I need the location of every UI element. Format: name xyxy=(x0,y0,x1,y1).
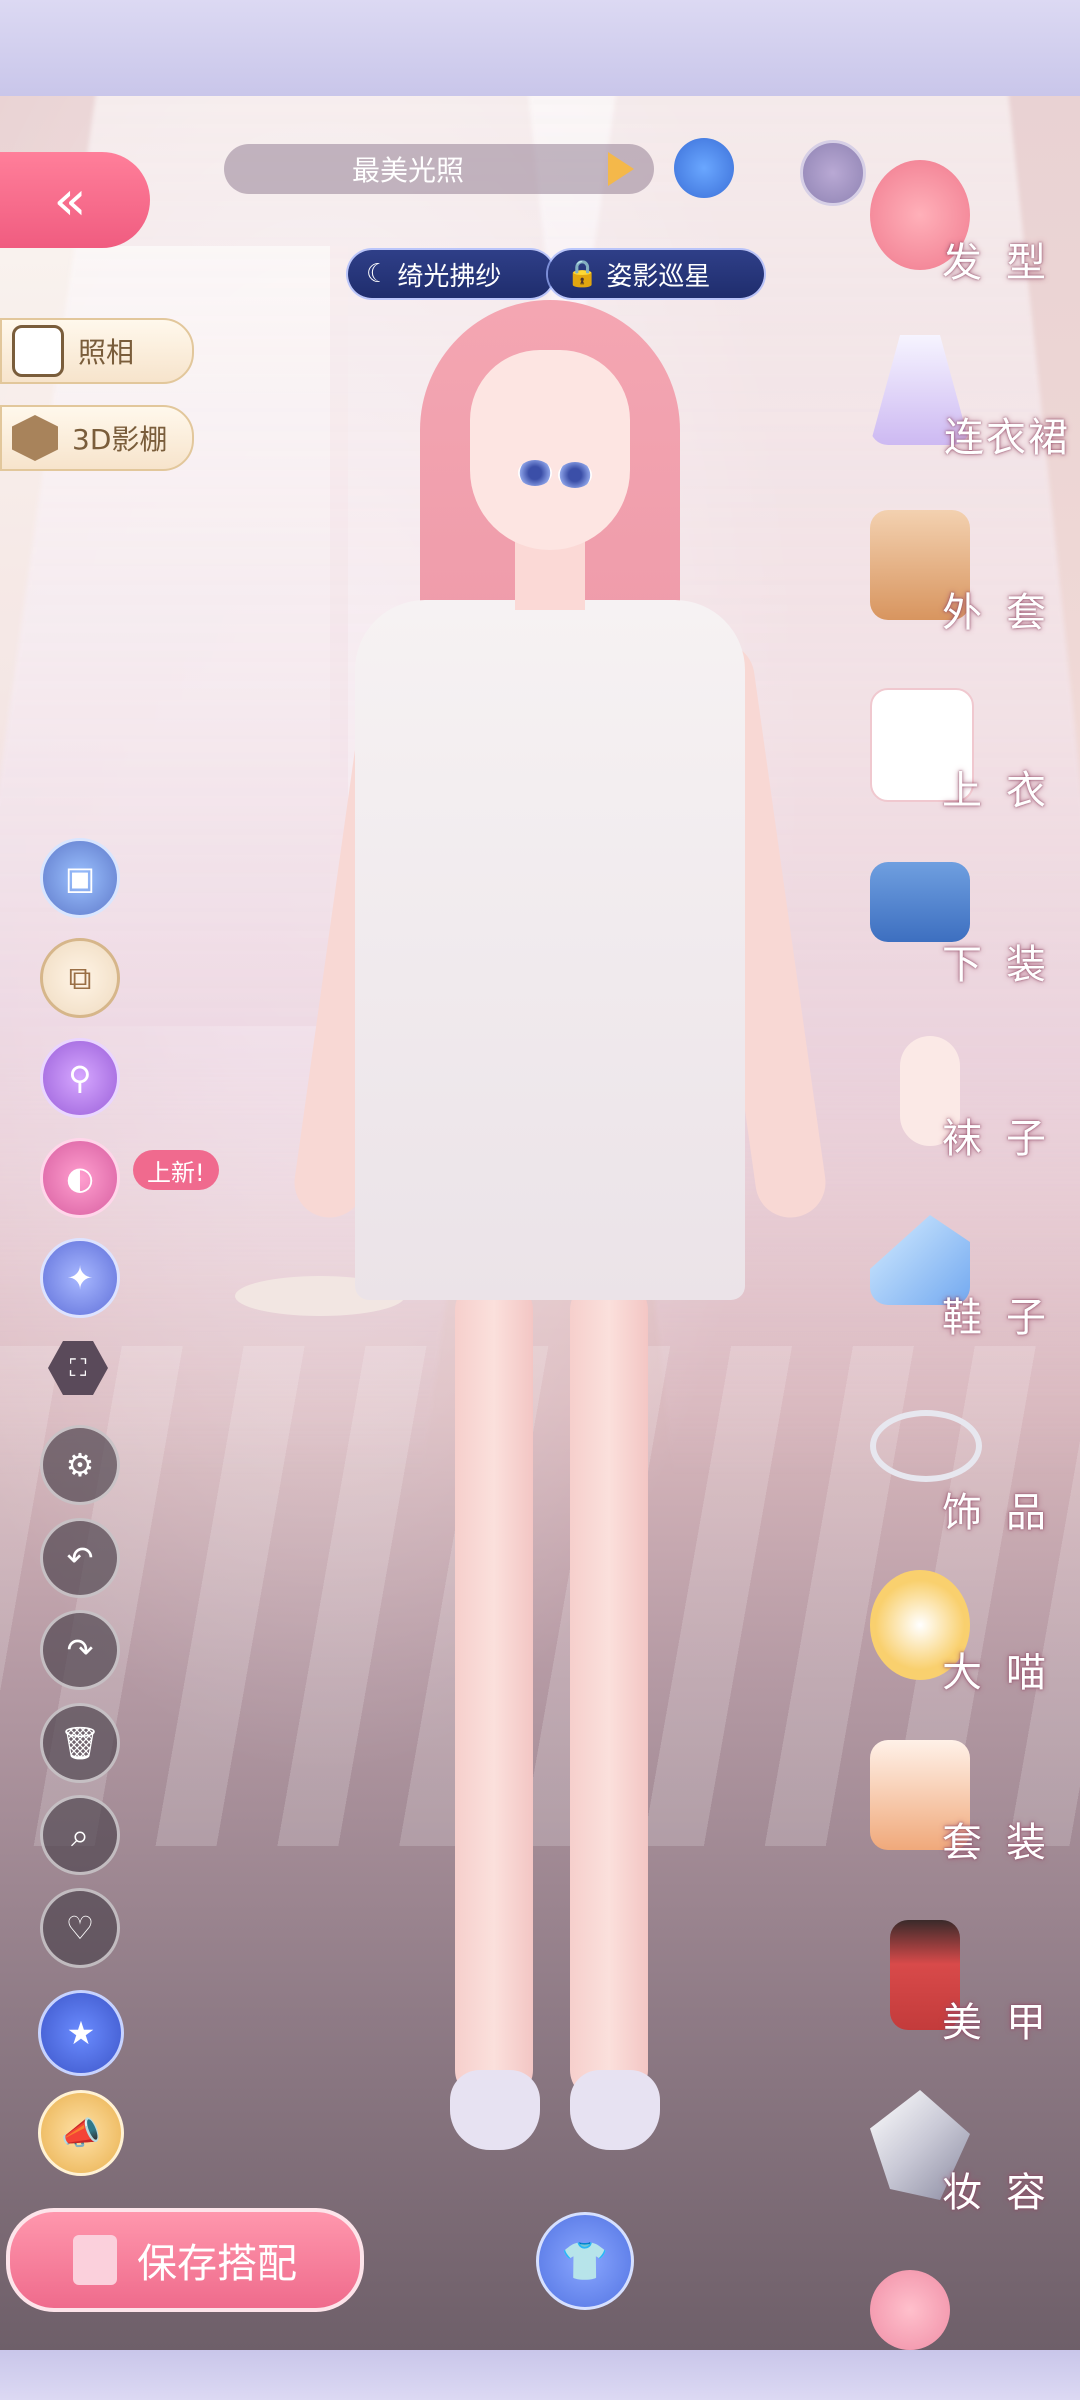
category-label: 发型 xyxy=(942,240,1070,286)
outfit-name-pill[interactable]: 最美光照 xyxy=(224,144,654,194)
eye-left xyxy=(518,460,552,486)
trash-button[interactable]: 🗑 xyxy=(40,1703,120,1783)
edit-pen-button[interactable] xyxy=(674,138,734,198)
category-makeup[interactable]: 妆容 xyxy=(860,2090,1070,2250)
copy-icon: ⧉ xyxy=(68,958,92,997)
category-accessories[interactable]: 饰品 xyxy=(860,1410,1070,1570)
category-label: 饰品 xyxy=(942,1490,1070,1536)
eye-right xyxy=(558,462,592,488)
shorts-icon xyxy=(870,862,970,942)
category-label: 大喵 xyxy=(942,1650,1070,1696)
category-dress[interactable]: 连衣裙 xyxy=(860,335,1070,495)
category-label: 鞋子 xyxy=(942,1295,1070,1341)
category-nails[interactable]: 美甲 xyxy=(860,1920,1070,2080)
palette-button[interactable]: ◐ xyxy=(40,1138,120,1218)
category-label: 套装 xyxy=(942,1820,1070,1866)
play-arrow-icon xyxy=(608,152,634,186)
search-icon: ⌕ xyxy=(71,1815,89,1854)
category-label: 下装 xyxy=(942,942,1070,988)
redo-button[interactable]: ↷ xyxy=(40,1610,120,1690)
undo-icon: ↶ xyxy=(66,1539,94,1577)
shoe-right xyxy=(570,2070,660,2150)
character-leg-right xyxy=(570,1280,648,2100)
character-leg-left xyxy=(455,1280,533,2100)
wardrobe-icon: 👕 xyxy=(561,2238,609,2283)
outfit-name: 最美光照 xyxy=(352,154,465,187)
clip-button[interactable]: ▣ xyxy=(40,838,120,918)
tag-theme-label: 绮光拂纱 xyxy=(397,261,502,292)
wardrobe-button[interactable]: 👕 xyxy=(536,2212,634,2310)
heart-icon: ♡ xyxy=(65,1909,95,1947)
category-top[interactable]: 上衣 xyxy=(860,688,1070,848)
frame-icon: ⛶ xyxy=(69,1354,87,1382)
character-neck xyxy=(515,540,585,610)
save-icon xyxy=(73,2235,117,2285)
character-face xyxy=(470,350,630,550)
player-character[interactable] xyxy=(270,280,831,2220)
studio-3d-button[interactable]: 3D影棚 xyxy=(0,405,194,471)
magic-button[interactable]: ✦ xyxy=(40,1238,120,1318)
tiara-icon xyxy=(870,1410,982,1482)
heart-button[interactable]: ♡ xyxy=(40,1888,120,1968)
category-label: 妆容 xyxy=(942,2170,1070,2216)
category-cat[interactable]: 大喵 xyxy=(860,1570,1070,1730)
studio-label: 3D影棚 xyxy=(72,423,168,456)
category-label: 美甲 xyxy=(942,2000,1070,2046)
lock-icon: 🔒 xyxy=(566,259,599,289)
redo-icon: ↷ xyxy=(66,1631,94,1669)
back-button[interactable]: « xyxy=(0,152,150,248)
category-coat[interactable]: 外套 xyxy=(860,510,1070,670)
camera-icon xyxy=(12,325,64,377)
category-label: 袜子 xyxy=(942,1116,1070,1162)
tag-locked[interactable]: 🔒 姿影巡星 xyxy=(548,250,764,298)
trash-icon: 🗑 xyxy=(59,1724,101,1762)
horn-icon: 📣 xyxy=(61,2114,101,2152)
category-socks[interactable]: 袜子 xyxy=(860,1036,1070,1196)
zoom-button[interactable]: ⚲ xyxy=(40,1038,120,1118)
shoe-left xyxy=(450,2070,540,2150)
save-outfit-button[interactable]: 保存搭配 xyxy=(6,2208,364,2312)
category-label: 连衣裙 xyxy=(944,415,1070,461)
tag-theme[interactable]: ☾ 绮光拂纱 xyxy=(348,250,554,298)
tag-locked-label: 姿影巡星 xyxy=(606,261,711,292)
cube-icon xyxy=(12,415,58,461)
clip-icon: ▣ xyxy=(64,859,96,897)
category-label: 外套 xyxy=(942,590,1070,636)
zoom-icon: ⚲ xyxy=(68,1059,92,1097)
copy-button[interactable]: ⧉ xyxy=(40,938,120,1018)
double-chevron-left-icon: « xyxy=(53,168,87,232)
category-label: 上衣 xyxy=(942,768,1070,814)
favorite-button[interactable]: ★ xyxy=(38,1990,124,2076)
character-dress xyxy=(355,600,745,1300)
category-set[interactable]: 套装 xyxy=(860,1740,1070,1900)
navigation-bar xyxy=(0,2350,1080,2400)
photo-button[interactable]: 照相 xyxy=(0,318,194,384)
magic-icon: ✦ xyxy=(66,1259,94,1297)
status-bar xyxy=(0,0,1080,96)
gear-icon: ⚙ xyxy=(65,1446,95,1484)
category-hair[interactable]: 发型 xyxy=(860,160,1070,320)
save-label: 保存搭配 xyxy=(137,2241,297,2287)
undo-button[interactable]: ↶ xyxy=(40,1518,120,1598)
favorite-icon: ★ xyxy=(66,2014,96,2052)
moon-icon: ☾ xyxy=(366,259,390,289)
photo-label: 照相 xyxy=(78,336,135,369)
settings-button[interactable]: ⚙ xyxy=(40,1425,120,1505)
category-shoes[interactable]: 鞋子 xyxy=(860,1215,1070,1375)
palette-icon: ◐ xyxy=(66,1159,94,1197)
announcement-button[interactable]: 📣 xyxy=(38,2090,124,2176)
category-more[interactable] xyxy=(860,2270,1070,2350)
star-button[interactable] xyxy=(800,140,866,206)
search-button[interactable]: ⌕ xyxy=(40,1795,120,1875)
new-badge: 上新! xyxy=(133,1150,219,1190)
category-bottom[interactable]: 下装 xyxy=(860,862,1070,1022)
girl-avatar-icon xyxy=(870,2270,950,2350)
